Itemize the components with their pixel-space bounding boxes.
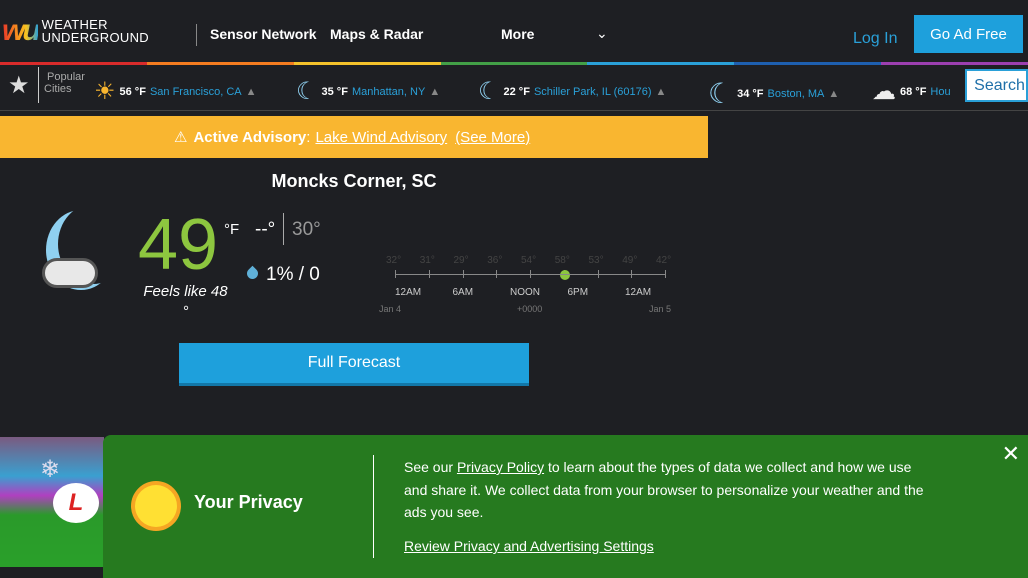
- search-button[interactable]: Search: [965, 69, 1028, 102]
- nav-sensor-network[interactable]: Sensor Network: [210, 26, 317, 42]
- low-temp: 30°: [292, 219, 321, 240]
- sunny-cloud-icon: ☀: [94, 78, 116, 105]
- current-time-marker: [559, 270, 570, 280]
- timeline-tick-label: 6AM: [452, 287, 474, 298]
- privacy-banner: Your Privacy See our Privacy Policy to l…: [103, 435, 1028, 578]
- warning-icon: ▲: [828, 87, 840, 100]
- header: wu WEATHER UNDERGROUND Sensor Network Map…: [0, 0, 1028, 62]
- hourly-temp: 54°: [521, 255, 537, 266]
- city-item[interactable]: ☾ 34 °F Boston, MA ▲: [708, 77, 839, 110]
- logo[interactable]: wu WEATHER UNDERGROUND: [2, 14, 149, 48]
- current-temp: 49: [138, 205, 219, 285]
- hourly-temp: 29°: [453, 255, 469, 266]
- advisory-banner: ⚠ Active Advisory: Lake Wind Advisory (S…: [0, 116, 708, 158]
- timeline-start-date: Jan 4: [379, 304, 402, 314]
- hourly-temp: 32°: [386, 255, 402, 266]
- star-icon[interactable]: ★: [8, 71, 30, 100]
- weather-map-thumbnail[interactable]: ❄ L: [0, 437, 104, 567]
- city-item[interactable]: ☁ 68 °F Hou: [872, 77, 951, 106]
- hourly-temp: 58°: [554, 255, 570, 266]
- timeline-tick-label: NOON: [510, 287, 540, 298]
- cloud-icon: ☁: [872, 78, 896, 105]
- timeline-tick-label: 12AM: [625, 287, 652, 298]
- warning-icon: ▲: [655, 85, 667, 98]
- logo-mark: wu: [2, 14, 41, 47]
- go-ad-free-button[interactable]: Go Ad Free: [914, 15, 1023, 53]
- feels-like: Feels like 48 °: [143, 283, 228, 320]
- hourly-temp: 31°: [419, 255, 435, 266]
- timeline-tick-mark: [665, 270, 666, 278]
- high-temp: --°: [255, 219, 276, 240]
- raindrop-icon: [244, 265, 261, 282]
- precip: 1% / 0: [266, 264, 320, 285]
- hourly-temp: 49°: [622, 255, 638, 266]
- hourly-temp: 53°: [588, 255, 604, 266]
- moon-cloud-icon: [40, 200, 130, 295]
- hourly-temp: 42°: [656, 255, 672, 266]
- see-more-link[interactable]: (See More): [455, 129, 530, 146]
- timeline-tick-label: 6PM: [567, 287, 589, 298]
- timeline-timezone: +0000: [517, 304, 543, 314]
- nav-maps-radar[interactable]: Maps & Radar: [330, 26, 423, 42]
- timeline-axis: [395, 274, 665, 275]
- moon-icon: ☾: [708, 78, 734, 109]
- city-item[interactable]: ☀ 56 °F San Francisco, CA ▲: [94, 77, 257, 106]
- popular-cities-bar: ★ Popular Cities ☀ 56 °F San Francisco, CA ▲…: [0, 65, 1028, 111]
- city-item[interactable]: ☾ 35 °F Manhattan, NY ▲: [296, 77, 440, 106]
- close-icon[interactable]: ✕: [1002, 441, 1020, 467]
- privacy-policy-link[interactable]: Privacy Policy: [457, 459, 544, 475]
- city-item[interactable]: ☾ 22 °F Schiller Park, IL (60176) ▲: [478, 77, 666, 106]
- login-link[interactable]: Log In: [853, 30, 897, 48]
- warning-icon: ⚠: [174, 129, 188, 146]
- location-title: Moncks Corner, SC: [271, 171, 437, 191]
- advisory-link[interactable]: Lake Wind Advisory: [315, 129, 447, 146]
- low-pressure-icon: L: [53, 483, 99, 523]
- full-forecast-button[interactable]: Full Forecast: [179, 343, 529, 386]
- timeline-tick-label: 12AM: [395, 287, 422, 298]
- divider: [196, 24, 197, 46]
- timeline-end-date: Jan 5: [649, 304, 672, 314]
- chevron-down-icon[interactable]: ⌄: [596, 25, 608, 42]
- nav-more[interactable]: More: [501, 26, 534, 42]
- review-privacy-settings-link[interactable]: Review Privacy and Advertising Settings: [404, 538, 654, 554]
- temp-unit[interactable]: °F: [224, 221, 239, 238]
- warning-icon: ▲: [429, 85, 441, 98]
- snowflake-icon: ❄: [40, 456, 61, 483]
- moon-cloud-icon: ☾: [296, 78, 318, 105]
- hourly-temp: 36°: [487, 255, 503, 266]
- warning-icon: ▲: [245, 85, 257, 98]
- moon-cloud-icon: ☾: [478, 78, 500, 105]
- sun-icon: [135, 485, 177, 527]
